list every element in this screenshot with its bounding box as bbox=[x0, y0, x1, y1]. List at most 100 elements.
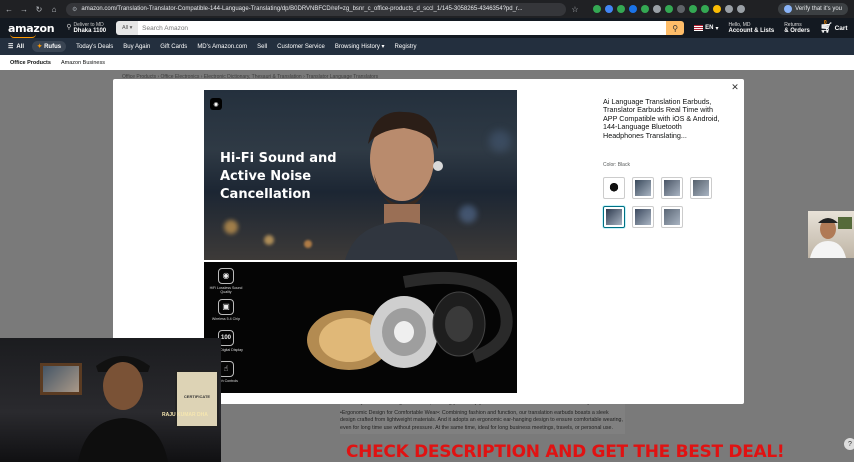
main-product-image: ◉ Hi-Fi Sound and Active Noise Cancellat… bbox=[204, 90, 517, 260]
bokeh-light bbox=[304, 240, 312, 248]
bokeh-light bbox=[264, 235, 274, 245]
location-pin-icon: ⚲ bbox=[66, 24, 72, 31]
logo-text: amazon bbox=[8, 21, 55, 35]
secondary-product-image: ◉ HiFi Lossless Sound Quality ▣ Wireless… bbox=[204, 262, 517, 393]
description-paragraph: •Ergonomic Design for Comfortable Wear•:… bbox=[340, 409, 623, 431]
headline-line: Hi-Fi Sound and bbox=[220, 151, 337, 166]
subnav-office-products[interactable]: Office Products bbox=[10, 60, 51, 66]
feature-chip: ▣ Wireless 5.4 Chip bbox=[208, 299, 244, 321]
search-bar: All ▾ ⚲ bbox=[116, 21, 685, 35]
certificate-label: CERTIFICATE bbox=[183, 394, 211, 399]
nav-item-customer-service[interactable]: Customer Service bbox=[277, 44, 325, 50]
back-icon[interactable]: ← bbox=[3, 3, 15, 15]
nav-item-browsing-history[interactable]: Browsing History ▾ bbox=[335, 43, 385, 50]
account-lists[interactable]: Hello, MD Account & Lists bbox=[729, 22, 775, 34]
certificate-frame: CERTIFICATE bbox=[175, 370, 219, 428]
extension-icon[interactable] bbox=[641, 5, 649, 13]
feature-sound: ◉ HiFi Lossless Sound Quality bbox=[208, 268, 244, 294]
extension-icon[interactable] bbox=[629, 5, 637, 13]
nav-item-mds-amazon[interactable]: MD's Amazon.com bbox=[197, 44, 247, 50]
deliver-line2: Dhaka 1100 bbox=[73, 28, 107, 34]
close-icon[interactable]: ✕ bbox=[730, 82, 740, 92]
home-icon[interactable]: ⌂ bbox=[48, 3, 60, 15]
amazon-header: amazon ⚲ Deliver to MDDhaka 1100 All ▾ ⚲… bbox=[0, 18, 854, 38]
all-label: All bbox=[16, 43, 25, 50]
cart-count: 0 bbox=[823, 19, 827, 26]
address-bar[interactable]: ⚙ amazon.com/Translation-Translator-Comp… bbox=[66, 2, 566, 16]
extension-icon[interactable] bbox=[593, 5, 601, 13]
bokeh-light bbox=[489, 130, 511, 152]
thumbnail-image bbox=[664, 209, 680, 225]
product-thumbnail[interactable] bbox=[690, 177, 712, 199]
earbud-on-ear bbox=[433, 161, 443, 171]
main-nav: ☰ All ✦ Rufus Today's Deals Buy Again Gift… bbox=[0, 38, 854, 55]
profile-avatar-icon bbox=[784, 5, 793, 13]
extension-icon[interactable] bbox=[605, 5, 613, 13]
side-person-figure bbox=[810, 217, 852, 258]
thumbnail-image bbox=[606, 209, 622, 225]
bokeh-light bbox=[224, 220, 238, 234]
language-selector[interactable]: EN ▾ bbox=[694, 25, 719, 32]
browsing-history-label: Browsing History bbox=[334, 44, 380, 50]
nav-item-todays-deals[interactable]: Today's Deals bbox=[76, 44, 113, 50]
side-video-thumbnail bbox=[808, 211, 854, 258]
subnav-amazon-business[interactable]: Amazon Business bbox=[61, 60, 105, 66]
product-thumbnail[interactable] bbox=[661, 177, 683, 199]
verify-identity-pill[interactable]: Verify that it's you bbox=[778, 3, 848, 15]
presenter-figure bbox=[78, 356, 168, 462]
extension-icon[interactable] bbox=[737, 5, 745, 13]
bookmark-star-icon[interactable]: ☆ bbox=[569, 3, 581, 15]
extension-icon[interactable] bbox=[677, 5, 685, 13]
us-flag-icon bbox=[694, 25, 704, 31]
product-thumbnail[interactable] bbox=[632, 177, 654, 199]
site-info-icon[interactable]: ⚙ bbox=[72, 6, 77, 13]
returns-orders[interactable]: Returns & Orders bbox=[784, 22, 810, 34]
extensions-bar bbox=[593, 5, 745, 13]
nav-item-buy-again[interactable]: Buy Again bbox=[123, 44, 150, 50]
extension-icon[interactable] bbox=[701, 5, 709, 13]
extension-icon[interactable] bbox=[713, 5, 721, 13]
certificate-caption: RAJU KUMAR DHA bbox=[162, 412, 208, 418]
nav-item-gift-cards[interactable]: Gift Cards bbox=[160, 44, 187, 50]
returns-line2: & Orders bbox=[784, 28, 810, 34]
nav-item-registry[interactable]: Registry bbox=[395, 44, 417, 50]
feature-label: HiFi Lossless Sound Quality bbox=[209, 286, 243, 295]
forward-icon[interactable]: → bbox=[18, 3, 30, 15]
account-line2: Account & Lists bbox=[728, 28, 775, 34]
headline-line: Active Noise bbox=[220, 169, 312, 184]
model-portrait bbox=[345, 111, 458, 260]
search-input[interactable] bbox=[138, 21, 667, 35]
hamburger-icon: ☰ bbox=[8, 44, 14, 50]
thumbnail-image bbox=[606, 180, 622, 196]
logo-smile-icon bbox=[10, 34, 36, 38]
rufus-label: Rufus bbox=[44, 43, 62, 50]
deliver-to[interactable]: ⚲ Deliver to MD Dhaka 1100 bbox=[66, 22, 106, 34]
product-thumbnail[interactable] bbox=[661, 206, 683, 228]
product-title: Ai Language Translation Earbuds, Transla… bbox=[603, 97, 720, 140]
language-label: EN bbox=[705, 25, 714, 31]
nav-item-sell[interactable]: Sell bbox=[257, 44, 267, 50]
sub-nav: Office Products Amazon Business bbox=[0, 55, 854, 70]
cart[interactable]: 🛒︎ 0 Cart bbox=[820, 19, 848, 34]
amazon-logo[interactable]: amazon bbox=[8, 21, 55, 38]
earbud-exploded-render bbox=[307, 271, 513, 370]
extension-icon[interactable] bbox=[653, 5, 661, 13]
extension-icon[interactable] bbox=[617, 5, 625, 13]
search-button[interactable]: ⚲ bbox=[666, 21, 685, 35]
product-thumbnail[interactable] bbox=[632, 206, 654, 228]
extension-icon[interactable] bbox=[689, 5, 697, 13]
extension-icon[interactable] bbox=[665, 5, 673, 13]
search-category-label: All bbox=[121, 25, 129, 31]
product-thumbnail[interactable] bbox=[603, 177, 625, 199]
extension-icon[interactable] bbox=[725, 5, 733, 13]
product-thumbnail[interactable] bbox=[603, 206, 625, 228]
reload-icon[interactable]: ↻ bbox=[33, 3, 45, 15]
sound-icon: ◉ bbox=[218, 268, 234, 284]
search-category-select[interactable]: All ▾ bbox=[116, 21, 139, 35]
help-icon[interactable]: ? bbox=[844, 438, 854, 450]
cta-banner: CHECK DESCRIPTION AND GET THE BEST DEAL! bbox=[346, 442, 785, 462]
thumbnail-image bbox=[693, 180, 709, 196]
rufus-button[interactable]: ✦ Rufus bbox=[32, 41, 67, 52]
all-menu-button[interactable]: ☰ All bbox=[8, 43, 25, 51]
search-icon: ⚲ bbox=[672, 23, 679, 33]
